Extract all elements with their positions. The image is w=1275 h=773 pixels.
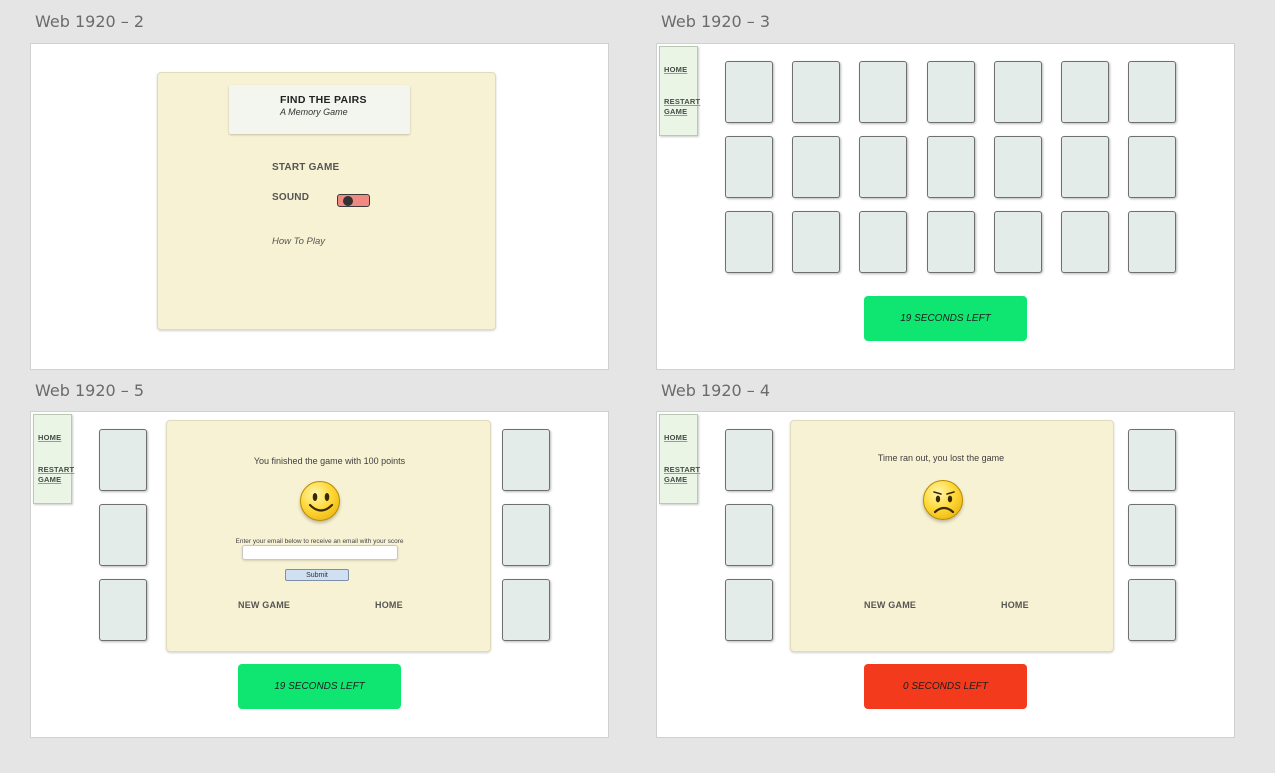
memory-card[interactable] — [792, 211, 840, 273]
memory-card[interactable] — [725, 211, 773, 273]
lose-message: Time ran out, you lost the game — [877, 453, 1005, 463]
new-game-button[interactable]: NEW GAME — [864, 600, 916, 610]
game-subtitle: A Memory Game — [280, 107, 348, 117]
memory-card[interactable] — [859, 61, 907, 123]
memory-card[interactable] — [994, 136, 1042, 198]
game-sidebar: HOME RESTART GAME — [659, 46, 700, 136]
memory-card[interactable] — [792, 136, 840, 198]
memory-card[interactable] — [1128, 504, 1176, 566]
memory-card[interactable] — [502, 504, 550, 566]
memory-card[interactable] — [725, 429, 773, 491]
memory-card[interactable] — [725, 61, 773, 123]
win-message: You finished the game with 100 points — [253, 456, 406, 466]
restart-line-2: GAME — [38, 474, 62, 484]
memory-card[interactable] — [1128, 579, 1176, 641]
win-dialog: You finished the game with 100 points En… — [166, 420, 491, 652]
memory-card[interactable] — [99, 429, 147, 491]
artboard-lose: HOME RESTART GAME Time ran out, you lost… — [656, 411, 1235, 738]
memory-card[interactable] — [99, 504, 147, 566]
restart-line-1: RESTART — [38, 465, 75, 474]
memory-card[interactable] — [725, 504, 773, 566]
home-button[interactable]: HOME — [1001, 600, 1029, 610]
memory-card[interactable] — [725, 136, 773, 198]
email-prompt: Enter your email below to receive an ema… — [235, 538, 404, 545]
restart-game-link[interactable]: RESTART GAME — [664, 97, 700, 116]
memory-card[interactable] — [1128, 211, 1176, 273]
memory-card[interactable] — [859, 211, 907, 273]
restart-game-link[interactable]: RESTART GAME — [664, 465, 700, 484]
memory-card[interactable] — [1061, 136, 1109, 198]
home-link[interactable]: HOME — [664, 433, 687, 443]
email-input[interactable] — [242, 545, 398, 560]
new-game-button[interactable]: NEW GAME — [238, 600, 290, 610]
memory-card[interactable] — [1061, 211, 1109, 273]
memory-card[interactable] — [1128, 136, 1176, 198]
win-sidebar: HOME RESTART GAME — [33, 414, 74, 504]
timer-badge: 19 SECONDS LEFT — [238, 664, 401, 709]
memory-card[interactable] — [725, 579, 773, 641]
memory-card[interactable] — [502, 429, 550, 491]
memory-card[interactable] — [502, 579, 550, 641]
start-game-button[interactable]: START GAME — [272, 162, 339, 173]
menu-panel: FIND THE PAIRS A Memory Game START GAME … — [157, 72, 496, 330]
memory-card[interactable] — [859, 136, 907, 198]
memory-card[interactable] — [927, 136, 975, 198]
memory-card[interactable] — [1128, 429, 1176, 491]
how-to-play-link[interactable]: How To Play — [272, 236, 325, 247]
frame-label-web-1920-5: Web 1920 – 5 — [35, 381, 145, 400]
sound-toggle-knob — [343, 196, 353, 206]
smiley-face-icon — [300, 481, 340, 521]
restart-line-2: GAME — [664, 106, 688, 116]
title-box: FIND THE PAIRS A Memory Game — [229, 85, 410, 134]
memory-card[interactable] — [927, 61, 975, 123]
restart-line-1: RESTART — [664, 97, 701, 106]
frame-label-web-1920-3: Web 1920 – 3 — [661, 12, 771, 31]
sad-face-icon — [923, 480, 963, 520]
sound-label: SOUND — [272, 192, 310, 203]
restart-game-link[interactable]: RESTART GAME — [38, 465, 74, 484]
frame-label-web-1920-2: Web 1920 – 2 — [35, 12, 145, 31]
lose-dialog: Time ran out, you lost the game NEW GAME… — [790, 420, 1114, 652]
memory-card[interactable] — [99, 579, 147, 641]
game-title: FIND THE PAIRS — [280, 94, 367, 106]
sound-toggle[interactable] — [337, 194, 370, 207]
artboard-game: HOME RESTART GAME 19 SECONDS LEFT — [656, 43, 1235, 370]
timer-badge: 19 SECONDS LEFT — [864, 296, 1027, 341]
memory-card[interactable] — [927, 211, 975, 273]
home-button[interactable]: HOME — [375, 600, 403, 610]
home-link[interactable]: HOME — [38, 433, 61, 443]
home-link[interactable]: HOME — [664, 65, 687, 75]
memory-card[interactable] — [1061, 61, 1109, 123]
artboard-menu: FIND THE PAIRS A Memory Game START GAME … — [30, 43, 609, 370]
restart-line-2: GAME — [664, 474, 688, 484]
memory-card[interactable] — [994, 211, 1042, 273]
restart-line-1: RESTART — [664, 465, 701, 474]
frame-label-web-1920-4: Web 1920 – 4 — [661, 381, 771, 400]
memory-card[interactable] — [792, 61, 840, 123]
submit-button[interactable]: Submit — [285, 569, 349, 581]
memory-card[interactable] — [994, 61, 1042, 123]
lose-sidebar: HOME RESTART GAME — [659, 414, 700, 504]
memory-card[interactable] — [1128, 61, 1176, 123]
artboard-win: HOME RESTART GAME You finished the game … — [30, 411, 609, 738]
timer-badge: 0 SECONDS LEFT — [864, 664, 1027, 709]
